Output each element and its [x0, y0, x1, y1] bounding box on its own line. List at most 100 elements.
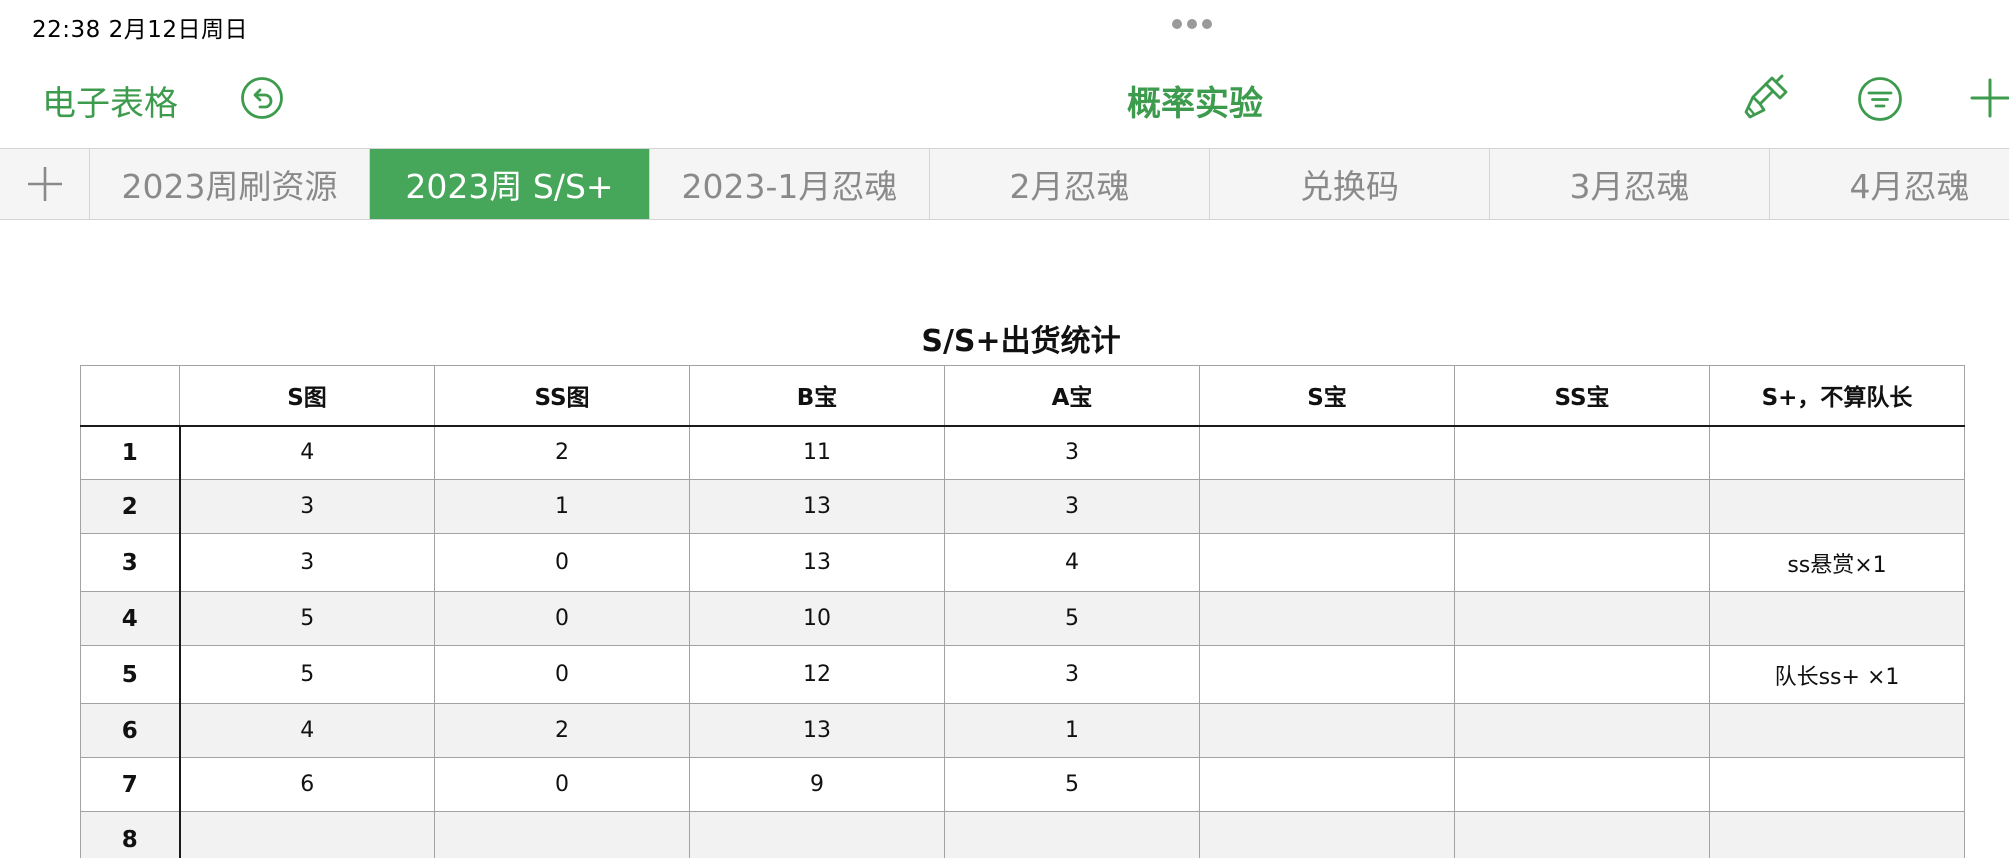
table-cell[interactable]: [1199, 533, 1455, 592]
table-cell[interactable]: [1199, 479, 1455, 534]
tab-2023-jan-ninja-soul[interactable]: 2023-1月忍魂: [650, 149, 930, 219]
table-cell[interactable]: 0: [434, 645, 690, 704]
table-cell[interactable]: 13: [689, 479, 945, 534]
row-number[interactable]: 8: [80, 811, 181, 858]
tab-feb-ninja-soul[interactable]: 2月忍魂: [930, 149, 1210, 219]
table-cell[interactable]: 11: [689, 425, 945, 480]
table-cell[interactable]: 6: [179, 757, 435, 812]
add-sheet-plus-icon: [27, 167, 62, 201]
table-cell[interactable]: 10: [689, 591, 945, 646]
table-cell[interactable]: [1199, 591, 1455, 646]
column-header[interactable]: S宝: [1199, 365, 1455, 427]
row-number[interactable]: 1: [80, 425, 181, 480]
table-cell[interactable]: 4: [179, 703, 435, 758]
table-cell[interactable]: 2: [434, 425, 690, 480]
table-cell[interactable]: 1: [944, 703, 1200, 758]
table-cell[interactable]: 3: [944, 479, 1200, 534]
table-cell[interactable]: [1454, 425, 1710, 480]
row-number[interactable]: 5: [80, 645, 181, 704]
table-cell[interactable]: [1709, 425, 1965, 480]
table-cell[interactable]: 5: [179, 591, 435, 646]
table-cell[interactable]: [944, 811, 1200, 858]
row-number[interactable]: 3: [80, 533, 181, 592]
column-header[interactable]: S图: [179, 365, 435, 427]
table-cell[interactable]: 4: [179, 425, 435, 480]
table-cell[interactable]: [1709, 811, 1965, 858]
table-cell[interactable]: [434, 811, 690, 858]
table-cell[interactable]: [1199, 757, 1455, 812]
row-number[interactable]: 4: [80, 591, 181, 646]
table-cell[interactable]: 13: [689, 533, 945, 592]
table-row: 1 4 2 11 3: [80, 425, 1965, 480]
table-cell[interactable]: [689, 811, 945, 858]
table-cell[interactable]: [1454, 645, 1710, 704]
table-cell[interactable]: [1199, 811, 1455, 858]
table-cell[interactable]: 3: [944, 425, 1200, 480]
multitasking-dots[interactable]: [1172, 19, 1212, 29]
table-cell[interactable]: [1709, 703, 1965, 758]
table-cell[interactable]: [1199, 703, 1455, 758]
tab-mar-ninja-soul[interactable]: 3月忍魂: [1490, 149, 1770, 219]
add-sheet-button[interactable]: [0, 149, 90, 219]
table-cell[interactable]: 5: [944, 591, 1200, 646]
data-table: S图 SS图 B宝 A宝 S宝 SS宝 S+，不算队长 1 4 2 11 3 2…: [80, 365, 1965, 858]
table-cell[interactable]: [1709, 479, 1965, 534]
corner-cell[interactable]: [80, 365, 180, 427]
table-cell[interactable]: [1199, 425, 1455, 480]
row-number[interactable]: 6: [80, 703, 181, 758]
table-cell[interactable]: 0: [434, 533, 690, 592]
header-row: S图 SS图 B宝 A宝 S宝 SS宝 S+，不算队长: [80, 365, 1965, 427]
table-cell[interactable]: 0: [434, 591, 690, 646]
undo-icon[interactable]: [240, 76, 284, 120]
table-cell[interactable]: [1454, 479, 1710, 534]
paintbrush-icon[interactable]: [1742, 72, 1792, 122]
table-cell[interactable]: 2: [434, 703, 690, 758]
table-row: 4 5 0 10 5: [80, 591, 1965, 646]
column-header[interactable]: S+，不算队长: [1709, 365, 1965, 427]
table-cell[interactable]: [1454, 757, 1710, 812]
table-row: 6 4 2 13 1: [80, 703, 1965, 758]
tab-redeem-code[interactable]: 兑换码: [1210, 149, 1490, 219]
sheet-tab-bar: 2023周刷资源 2023周 S/S+ 2023-1月忍魂 2月忍魂 兑换码 3…: [0, 148, 2009, 220]
table-cell[interactable]: 3: [179, 533, 435, 592]
table-cell[interactable]: 13: [689, 703, 945, 758]
table-cell[interactable]: [1709, 591, 1965, 646]
table-cell[interactable]: 5: [944, 757, 1200, 812]
table-cell[interactable]: [1199, 645, 1455, 704]
column-header[interactable]: SS宝: [1454, 365, 1710, 427]
table-row: 3 3 0 13 4 ss悬赏×1: [80, 533, 1965, 592]
table-row: 5 5 0 12 3 队长ss+ ×1: [80, 645, 1965, 704]
table-cell[interactable]: ss悬赏×1: [1709, 533, 1965, 592]
table-cell[interactable]: [179, 811, 435, 858]
table-title[interactable]: S/S+出货统计: [0, 316, 2009, 360]
table-cell[interactable]: 3: [179, 479, 435, 534]
table-row: 7 6 0 9 5: [80, 757, 1965, 812]
tab-apr-ninja-soul[interactable]: 4月忍魂: [1770, 149, 2009, 219]
table-cell[interactable]: 0: [434, 757, 690, 812]
table-cell[interactable]: [1454, 811, 1710, 858]
column-header[interactable]: SS图: [434, 365, 690, 427]
filter-icon[interactable]: [1857, 76, 1903, 122]
toolbar: 电子表格 概率实验: [0, 60, 2009, 140]
status-bar: 22:38 2月12日周日: [0, 0, 2009, 48]
table-cell[interactable]: [1454, 533, 1710, 592]
table-cell[interactable]: [1454, 703, 1710, 758]
row-number[interactable]: 2: [80, 479, 181, 534]
table-cell[interactable]: 5: [179, 645, 435, 704]
table-cell[interactable]: 队长ss+ ×1: [1709, 645, 1965, 704]
back-to-spreadsheets-button[interactable]: 电子表格: [42, 76, 178, 125]
table-cell[interactable]: [1454, 591, 1710, 646]
document-title[interactable]: 概率实验: [1000, 76, 1390, 125]
column-header[interactable]: B宝: [689, 365, 945, 427]
row-number[interactable]: 7: [80, 757, 181, 812]
tab-2023-weekly-s-splus[interactable]: 2023周 S/S+: [370, 149, 650, 219]
plus-icon[interactable]: [1968, 76, 2009, 120]
table-cell[interactable]: 12: [689, 645, 945, 704]
tab-2023-weekly-resources[interactable]: 2023周刷资源: [90, 149, 370, 219]
table-cell[interactable]: 9: [689, 757, 945, 812]
table-cell[interactable]: 1: [434, 479, 690, 534]
table-cell[interactable]: 3: [944, 645, 1200, 704]
column-header[interactable]: A宝: [944, 365, 1200, 427]
table-cell[interactable]: 4: [944, 533, 1200, 592]
table-cell[interactable]: [1709, 757, 1965, 812]
